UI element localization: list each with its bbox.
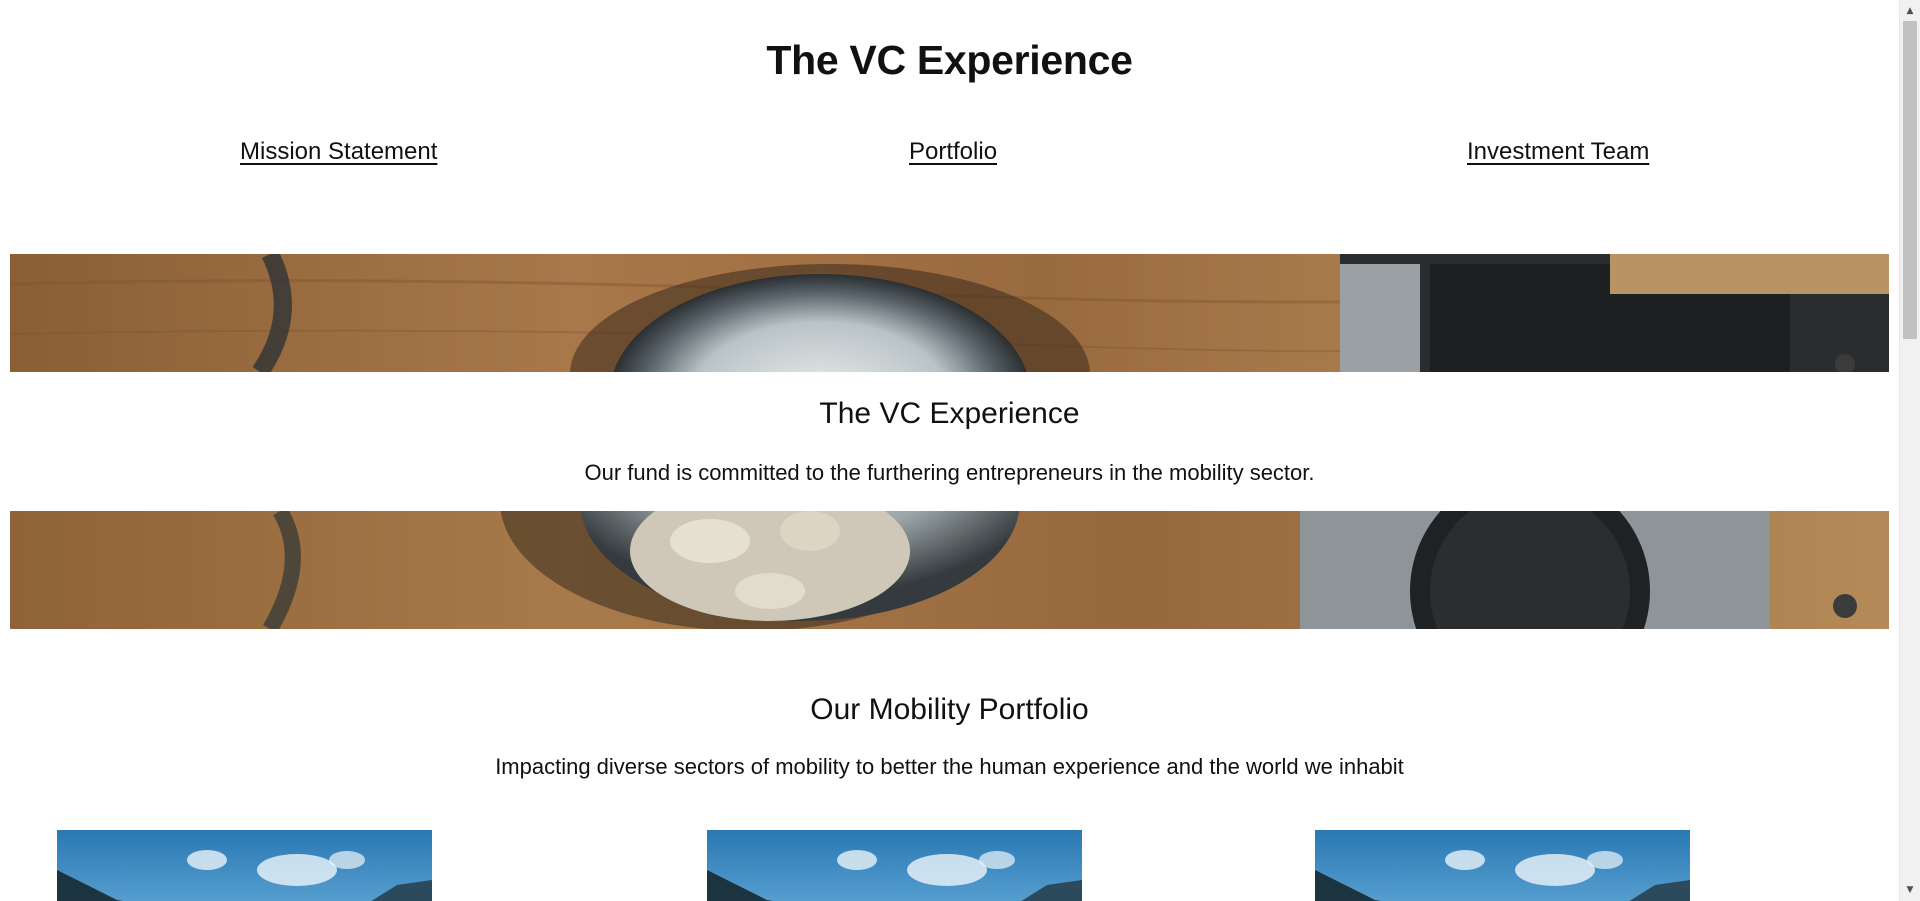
page: The VC Experience Mission Statement Port…	[0, 0, 1920, 901]
hero-title: The VC Experience	[819, 397, 1080, 430]
nav-link-mission-statement[interactable]: Mission Statement	[240, 136, 437, 168]
nav-link-investment-team[interactable]: Investment Team	[1467, 136, 1649, 168]
portfolio-section-subtitle: Impacting diverse sectors of mobility to…	[495, 754, 1404, 779]
hero-banner-bottom-image	[10, 511, 1889, 629]
page-content: The VC Experience Mission Statement Port…	[0, 0, 1899, 901]
nav-link-portfolio[interactable]: Portfolio	[909, 136, 997, 168]
portfolio-card-image[interactable]	[57, 830, 432, 901]
portfolio-card-image[interactable]	[1315, 830, 1690, 901]
hero-banner-top-image	[10, 254, 1889, 372]
site-title: The VC Experience	[766, 37, 1133, 83]
scrollbar-thumb[interactable]	[1903, 21, 1917, 339]
portfolio-section-title: Our Mobility Portfolio	[810, 693, 1089, 726]
portfolio-card-image[interactable]	[707, 830, 1082, 901]
vertical-scrollbar[interactable]: ▲ ▼	[1899, 0, 1920, 901]
hero-description: Our fund is committed to the furthering …	[584, 460, 1315, 485]
scroll-down-arrow-icon[interactable]: ▼	[1900, 881, 1920, 899]
scroll-up-arrow-icon[interactable]: ▲	[1900, 2, 1920, 20]
